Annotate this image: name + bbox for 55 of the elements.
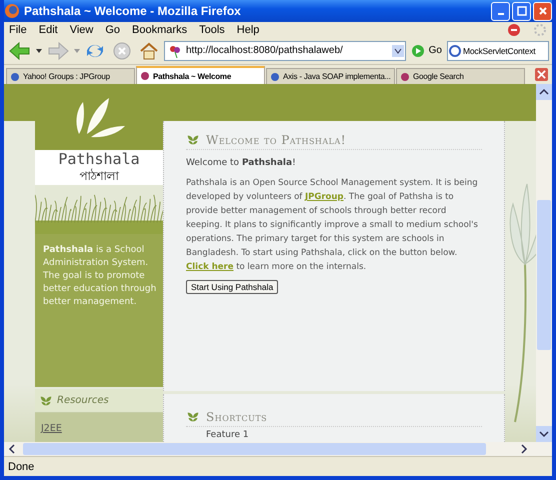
browser-tab[interactable]: Yahoo! Groups : JPGroup [6,68,135,84]
close-tab-button[interactable] [535,68,548,81]
scroll-down-icon[interactable] [536,426,552,442]
favicon-icon [139,70,151,82]
stop-badge-icon [507,22,521,36]
window-title: Pathshala ~ Welcome - Mozilla Firefox [24,4,241,18]
horizontal-scrollbar[interactable] [4,442,552,456]
menu-item[interactable]: Go [105,24,120,36]
close-icon [537,70,546,79]
menu-item[interactable]: Help [236,24,260,36]
menu-item[interactable]: File [9,24,27,36]
browser-globe-icon [4,3,20,19]
minimize-icon [498,13,504,15]
status-text: Done [8,460,34,472]
sprout-icon [39,394,53,408]
address-field[interactable]: http://localhost:8080/pathshalaweb/ [164,40,406,60]
forward-arrow-icon [47,40,69,60]
section-heading: Shortcuts [206,410,268,424]
browser-tab[interactable]: Google Search [396,68,525,84]
browser-tab[interactable]: Axis - Java SOAP implementa... [266,68,395,84]
greeting-text: Welcome to Pathshala! [186,158,297,168]
menu-item[interactable]: Tools [199,24,225,36]
maximize-icon [516,6,526,16]
section-heading: Welcome to Pathshala! [206,133,346,147]
favicon-icon [9,70,21,82]
search-field[interactable]: MockServletContext [447,40,549,60]
flower-favicon-icon [168,44,182,58]
shortcut-item[interactable]: Feature 1 [206,430,482,441]
close-icon [538,6,548,16]
go-button[interactable]: Go [408,44,444,58]
sprout-icon [186,410,200,424]
stop-icon [112,40,132,60]
intro-paragraph: Pathshala is an Open Source School Management system. It is being developed by volunteers of JPGroup. The goal of Pathsha is to provide better management of schools through better record keeping. It plans to significantly improve a small to medium school's operations. The primary target for this system are schools in Bangladesh. To start using Pathshala, click on the button below. Click here to learn more on the internals. [186,177,479,274]
sidebar-description: Pathshala is a School Administration System. The goal is to promote better education through better management. [35,234,163,388]
menu-item[interactable]: Bookmarks [132,24,188,36]
throbber-icon [533,22,547,36]
minimize-button[interactable] [491,2,510,20]
home-icon [139,40,159,60]
close-button[interactable] [533,2,552,20]
dropdown-arrow-icon[interactable] [36,48,42,52]
back-arrow-icon [9,40,31,60]
sprout-icon [186,133,200,147]
favicon-icon [399,70,411,82]
resources-heading: Resources [57,395,109,406]
logo-subtitle: পাঠশালা [80,168,118,184]
maximize-button[interactable] [512,2,531,20]
browser-tab[interactable]: Pathshala ~ Welcome [136,66,265,84]
menu-item[interactable]: Edit [38,24,58,36]
vertical-scrollbar[interactable] [536,84,552,442]
resource-link[interactable]: J2EE [41,423,62,434]
menu-item[interactable]: View [70,24,94,36]
logo-title: Pathshala [58,150,140,168]
favicon-icon [269,70,281,82]
start-button[interactable]: Start Using Pathshala [186,280,278,294]
scroll-up-icon[interactable] [536,84,552,100]
